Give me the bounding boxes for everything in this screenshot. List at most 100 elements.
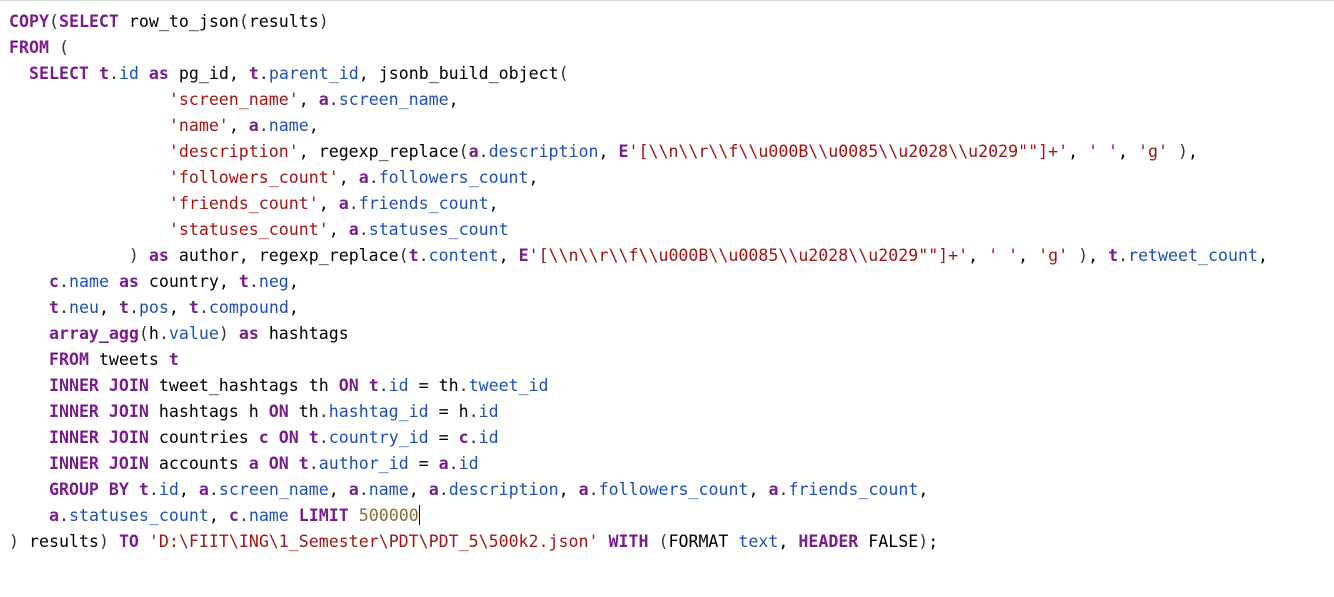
code-line[interactable]: ) as author, regexp_replace(t.content, E… [9, 243, 1268, 269]
code-line[interactable]: COPY(SELECT row_to_json(results) [9, 9, 1268, 35]
code-token-member: followers_count [378, 168, 529, 187]
code-token-member: neu [68, 298, 99, 317]
code-line[interactable]: 'statuses_count', a.statuses_count [9, 217, 1268, 243]
code-token-plain: ; [928, 532, 939, 551]
code-line[interactable]: a.statuses_count, c.name LIMIT 500000 [9, 503, 1268, 529]
code-token-string: 'screen_name' [168, 90, 299, 109]
code-token-punct: ( [558, 64, 569, 83]
code-token-punct: . [348, 194, 359, 213]
code-token-string: ' ' [1088, 142, 1119, 161]
code-token-string: 'statuses_count' [168, 220, 329, 239]
code-line[interactable]: INNER JOIN tweet_hashtags th ON t.id = t… [9, 373, 1268, 399]
code-token-alias: c [228, 506, 239, 525]
code-line[interactable]: GROUP BY t.id, a.screen_name, a.name, a.… [9, 477, 1268, 503]
code-line[interactable]: 'friends_count', a.friends_count, [9, 191, 1268, 217]
code-line[interactable]: FROM ( [9, 35, 1268, 61]
code-token-punct: . [318, 402, 329, 421]
code-line[interactable]: 'followers_count', a.followers_count, [9, 165, 1268, 191]
code-token-member: compound [208, 298, 289, 317]
code-token-type: text [738, 532, 779, 551]
code-token-punct: . [158, 324, 169, 343]
code-line[interactable]: FROM tweets t [9, 347, 1268, 373]
code-token-member: id [158, 480, 179, 499]
code-token-plain: th [288, 402, 319, 421]
code-line[interactable]: INNER JOIN countries c ON t.country_id =… [9, 425, 1268, 451]
code-token-punct: . [328, 90, 339, 109]
code-token-string: 'name' [168, 116, 229, 135]
code-token-punct: . [468, 402, 479, 421]
code-token-member: author_id [318, 454, 409, 473]
code-token-punct: . [308, 454, 319, 473]
sql-code-editor[interactable]: COPY(SELECT row_to_json(results) FROM ( S… [0, 0, 1334, 597]
code-token-plain: , regexp_replace [298, 142, 459, 161]
code-token-keyword: HEADER [798, 532, 859, 551]
code-line[interactable]: 'screen_name', a.screen_name, [9, 87, 1268, 113]
code-token-plain: , jsonb_build_object [358, 64, 559, 83]
code-token-punct: ) [9, 532, 19, 551]
code-line[interactable]: c.name as country, t.neg, [9, 269, 1268, 295]
code-token-plain: hashtags [258, 324, 349, 343]
code-line[interactable]: array_agg(h.value) as hashtags [9, 321, 1268, 347]
code-token-plain: accounts [148, 454, 249, 473]
code-token-plain: , [1118, 142, 1139, 161]
code-token-punct: . [128, 298, 139, 317]
code-token-alias: t [248, 64, 259, 83]
code-token-plain: , [1088, 246, 1109, 265]
code-content[interactable]: COPY(SELECT row_to_json(results) FROM ( S… [9, 9, 1268, 555]
code-token-alias: a [428, 480, 439, 499]
code-token-plain: , [338, 168, 359, 187]
code-token-plain: = [408, 454, 439, 473]
code-token-plain: , [448, 90, 459, 109]
code-token-punct: . [238, 506, 249, 525]
code-token-plain: h [148, 324, 159, 343]
code-token-member: content [428, 246, 499, 265]
code-token-plain: tweets [88, 350, 169, 369]
code-token-keyword: as [148, 246, 169, 265]
code-token-punct: ) [1178, 142, 1188, 161]
code-line[interactable]: 'name', a.name, [9, 113, 1268, 139]
code-line[interactable]: ) results) TO 'D:\FIIT\ING\1_Semester\PD… [9, 529, 1268, 555]
code-token-plain: , [288, 298, 299, 317]
code-line[interactable]: INNER JOIN hashtags h ON th.hashtag_id =… [9, 399, 1268, 425]
code-token-alias: c [458, 428, 469, 447]
code-token-keyword: array_agg [48, 324, 139, 343]
code-line[interactable]: t.neu, t.pos, t.compound, [9, 295, 1268, 321]
code-token-member: id [478, 402, 499, 421]
code-token-punct: ( [138, 324, 149, 343]
code-token-member: hashtag_id [328, 402, 429, 421]
code-token-punct: ( [658, 532, 669, 551]
code-token-alias: a [248, 454, 259, 473]
code-token-punct: . [468, 428, 479, 447]
code-line[interactable]: INNER JOIN accounts a ON t.author_id = a… [9, 451, 1268, 477]
code-token-punct: . [448, 454, 459, 473]
code-token-string: ' ' [988, 246, 1019, 265]
code-token-alias: t [368, 376, 379, 395]
code-token-punct: . [248, 272, 259, 291]
code-token-punct: . [368, 168, 379, 187]
code-token-plain: , [308, 116, 319, 135]
code-token-plain: , [298, 90, 319, 109]
code-line[interactable]: 'description', regexp_replace(a.descript… [9, 139, 1268, 165]
code-token-keyword: as [238, 324, 259, 343]
code-token-plain: , [408, 480, 429, 499]
code-token-plain: , [178, 480, 199, 499]
code-token-keyword: INNER JOIN [48, 454, 149, 473]
code-token-keyword: FROM [9, 38, 49, 57]
code-token-member: id [118, 64, 139, 83]
code-token-member: name [68, 272, 109, 291]
code-line[interactable]: SELECT t.id as pg_id, t.parent_id, jsonb… [9, 61, 1268, 87]
code-token-plain: , [208, 506, 229, 525]
code-token-punct: . [108, 64, 119, 83]
